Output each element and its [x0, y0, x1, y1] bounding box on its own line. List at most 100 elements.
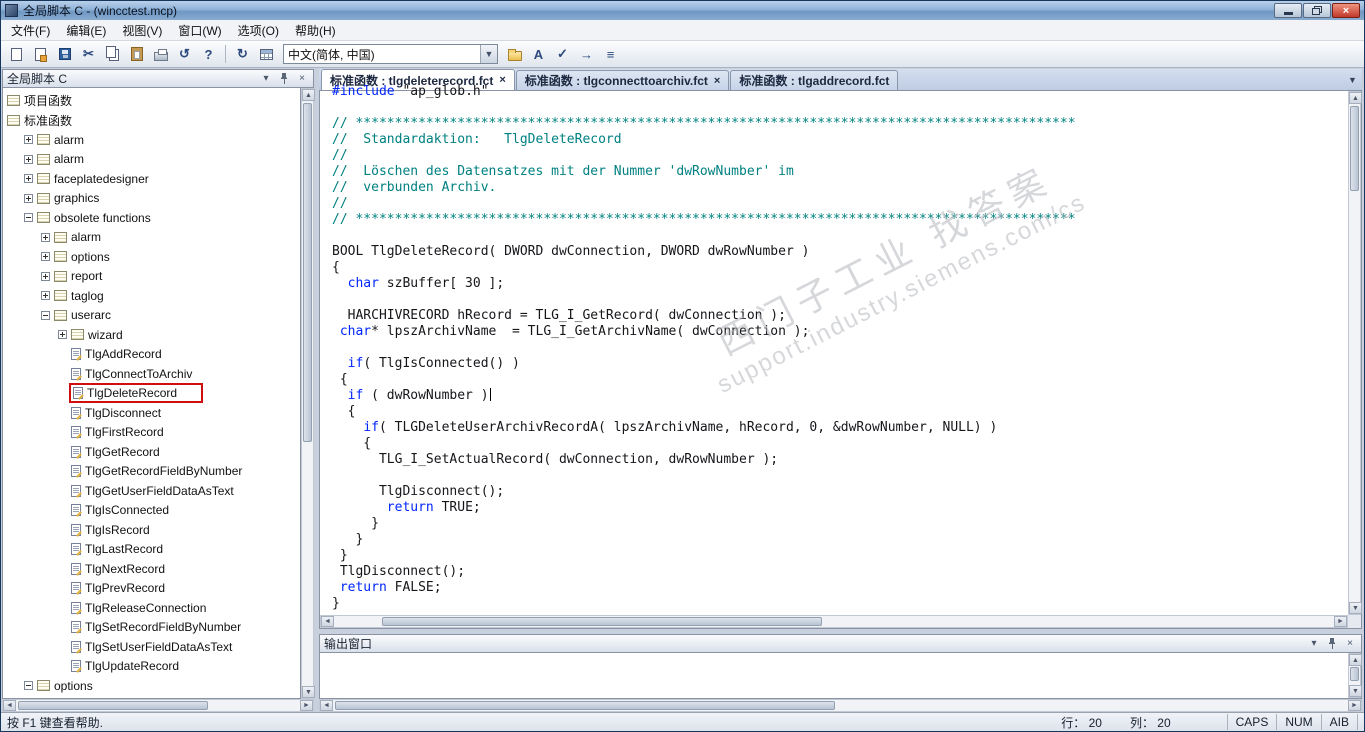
scroll-down-icon[interactable]: ▼ [302, 686, 315, 698]
paste-button[interactable] [125, 43, 148, 65]
code-line[interactable]: #include "ap_glob.h" [332, 84, 1348, 100]
tree-item-alarm[interactable]: alarm [3, 130, 300, 150]
code-line[interactable]: HARCHIVRECORD hRecord = TLG_I_GetRecord(… [332, 308, 1348, 324]
code-line[interactable]: return FALSE; [332, 580, 1348, 596]
code-line[interactable]: } [332, 596, 1348, 612]
close-button[interactable]: × [1332, 3, 1360, 18]
code-line[interactable]: if( TlgIsConnected() ) [332, 356, 1348, 372]
tree-item-tlgdisconnect[interactable]: TlgDisconnect [3, 403, 300, 423]
code-line[interactable]: return TRUE; [332, 500, 1348, 516]
code-line[interactable]: TLG_I_SetActualRecord( dwConnection, dwR… [332, 452, 1348, 468]
cut-button[interactable]: ✂ [77, 43, 100, 65]
scroll-left-icon[interactable]: ◄ [321, 616, 334, 627]
minimize-button[interactable] [1274, 3, 1302, 18]
expand-plus-icon[interactable] [41, 252, 50, 262]
code-line[interactable]: char szBuffer[ 30 ]; [332, 276, 1348, 292]
output-content[interactable]: ▲ ▼ [319, 653, 1362, 699]
tree-item-wizard[interactable]: wizard [3, 325, 300, 345]
tree-item-tlgsetrecordfieldbynumber[interactable]: TlgSetRecordFieldByNumber [3, 618, 300, 638]
code-line[interactable]: { [332, 436, 1348, 452]
code-line[interactable]: } [332, 516, 1348, 532]
scrollbar-track[interactable] [333, 700, 1348, 711]
code-line[interactable]: BOOL TlgDeleteRecord( DWORD dwConnection… [332, 244, 1348, 260]
table-button[interactable] [255, 43, 278, 65]
menu-file[interactable]: 文件(F) [3, 20, 58, 41]
tree-item-tlggetrecordfieldbynumber[interactable]: TlgGetRecordFieldByNumber [3, 462, 300, 482]
save-button[interactable] [53, 43, 76, 65]
tree-item-options[interactable]: options [3, 247, 300, 267]
new-file-button[interactable] [5, 43, 28, 65]
syntax-check-button[interactable]: ✓ [551, 43, 574, 65]
scrollbar-track[interactable] [334, 616, 1334, 627]
scrollbar-track[interactable] [16, 700, 300, 711]
code-line[interactable]: if ( dwRowNumber ) [332, 388, 1348, 404]
code-area[interactable]: #include "ap_glob.h" // *****************… [320, 84, 1348, 615]
code-line[interactable]: } [332, 548, 1348, 564]
scroll-down-icon[interactable]: ▼ [1349, 685, 1362, 697]
scrollbar-thumb[interactable] [335, 701, 835, 710]
scroll-right-icon[interactable]: ► [1334, 616, 1347, 627]
tree-item-graphics[interactable]: graphics [3, 189, 300, 209]
editor-horizontal-scrollbar[interactable]: ◄ ► [320, 615, 1348, 628]
output-menu-button[interactable]: ▾ [1307, 637, 1321, 651]
tree-item-node[interactable] [3, 696, 300, 699]
open-folder-button[interactable] [503, 43, 526, 65]
expand-plus-icon[interactable] [24, 174, 33, 184]
code-line[interactable]: // *************************************… [332, 212, 1348, 228]
tree-item-node[interactable]: 项目函数 [3, 91, 300, 111]
code-line[interactable] [332, 468, 1348, 484]
scrollbar-thumb[interactable] [303, 103, 312, 443]
tree-item-tlgisrecord[interactable]: TlgIsRecord [3, 520, 300, 540]
collapse-minus-icon[interactable] [41, 310, 50, 320]
code-line[interactable]: { [332, 372, 1348, 388]
tree-item-tlggetuserfielddataastext[interactable]: TlgGetUserFieldDataAsText [3, 481, 300, 501]
code-line[interactable]: // verbunden Archiv. [332, 180, 1348, 196]
tree-item-node[interactable]: 标准函数 [3, 111, 300, 131]
code-line[interactable]: { [332, 260, 1348, 276]
code-line[interactable]: // Standardaktion: TlgDeleteRecord [332, 132, 1348, 148]
collapse-minus-icon[interactable] [24, 213, 33, 223]
code-line[interactable]: // [332, 148, 1348, 164]
expand-plus-icon[interactable] [24, 193, 33, 203]
code-line[interactable]: { [332, 404, 1348, 420]
expand-plus-icon[interactable] [41, 232, 50, 242]
chevron-down-icon[interactable]: ▼ [480, 45, 497, 63]
copy-button[interactable] [101, 43, 124, 65]
tree-item-faceplatedesigner[interactable]: faceplatedesigner [3, 169, 300, 189]
code-line[interactable] [332, 228, 1348, 244]
collapse-minus-icon[interactable] [24, 681, 33, 691]
pin-icon[interactable] [277, 72, 291, 86]
new-action-button[interactable] [29, 43, 52, 65]
code-line[interactable] [332, 292, 1348, 308]
scrollbar-track[interactable] [1349, 666, 1360, 685]
expand-plus-icon[interactable] [41, 291, 50, 301]
scroll-up-icon[interactable]: ▲ [1349, 92, 1362, 104]
scroll-left-icon[interactable]: ◄ [3, 700, 16, 711]
scrollbar-thumb[interactable] [1350, 106, 1359, 191]
menu-options[interactable]: 选项(O) [230, 20, 287, 41]
font-button[interactable]: A [527, 43, 550, 65]
language-combobox[interactable]: 中文(简体, 中国) ▼ [283, 44, 498, 64]
undo-button[interactable]: ↺ [173, 43, 196, 65]
scrollbar-track[interactable] [302, 101, 313, 686]
editor-vertical-scrollbar[interactable]: ▲ ▼ [1348, 91, 1362, 615]
pin-icon[interactable] [1325, 637, 1339, 651]
scrollbar-track[interactable] [1349, 104, 1360, 602]
update-button[interactable]: ↻ [231, 43, 254, 65]
code-line[interactable]: if( TLGDeleteUserArchivRecordA( lpszArch… [332, 420, 1348, 436]
tree-item-tlgaddrecord[interactable]: TlgAddRecord [3, 345, 300, 365]
scrollbar-thumb[interactable] [382, 617, 822, 626]
tree-item-tlgconnecttoarchiv[interactable]: TlgConnectToArchiv [3, 364, 300, 384]
help-mode-button[interactable]: ? [197, 43, 220, 65]
explorer-close-button[interactable]: × [295, 72, 309, 86]
code-line[interactable]: } [332, 532, 1348, 548]
tree-item-tlgisconnected[interactable]: TlgIsConnected [3, 501, 300, 521]
output-horizontal-scrollbar[interactable]: ◄ ► [319, 699, 1362, 712]
tree-item-tlgnextrecord[interactable]: TlgNextRecord [3, 559, 300, 579]
explorer-menu-button[interactable]: ▾ [259, 72, 273, 86]
tree-item-obsolete-functions[interactable]: obsolete functions [3, 208, 300, 228]
tree-item-tlgupdaterecord[interactable]: TlgUpdateRecord [3, 657, 300, 677]
code-line[interactable]: TlgDisconnect(); [332, 484, 1348, 500]
titlebar[interactable]: 全局脚本 C - (wincctest.mcp) × [1, 1, 1364, 20]
tree-item-tlgdeleterecord[interactable]: TlgDeleteRecord [3, 383, 300, 404]
